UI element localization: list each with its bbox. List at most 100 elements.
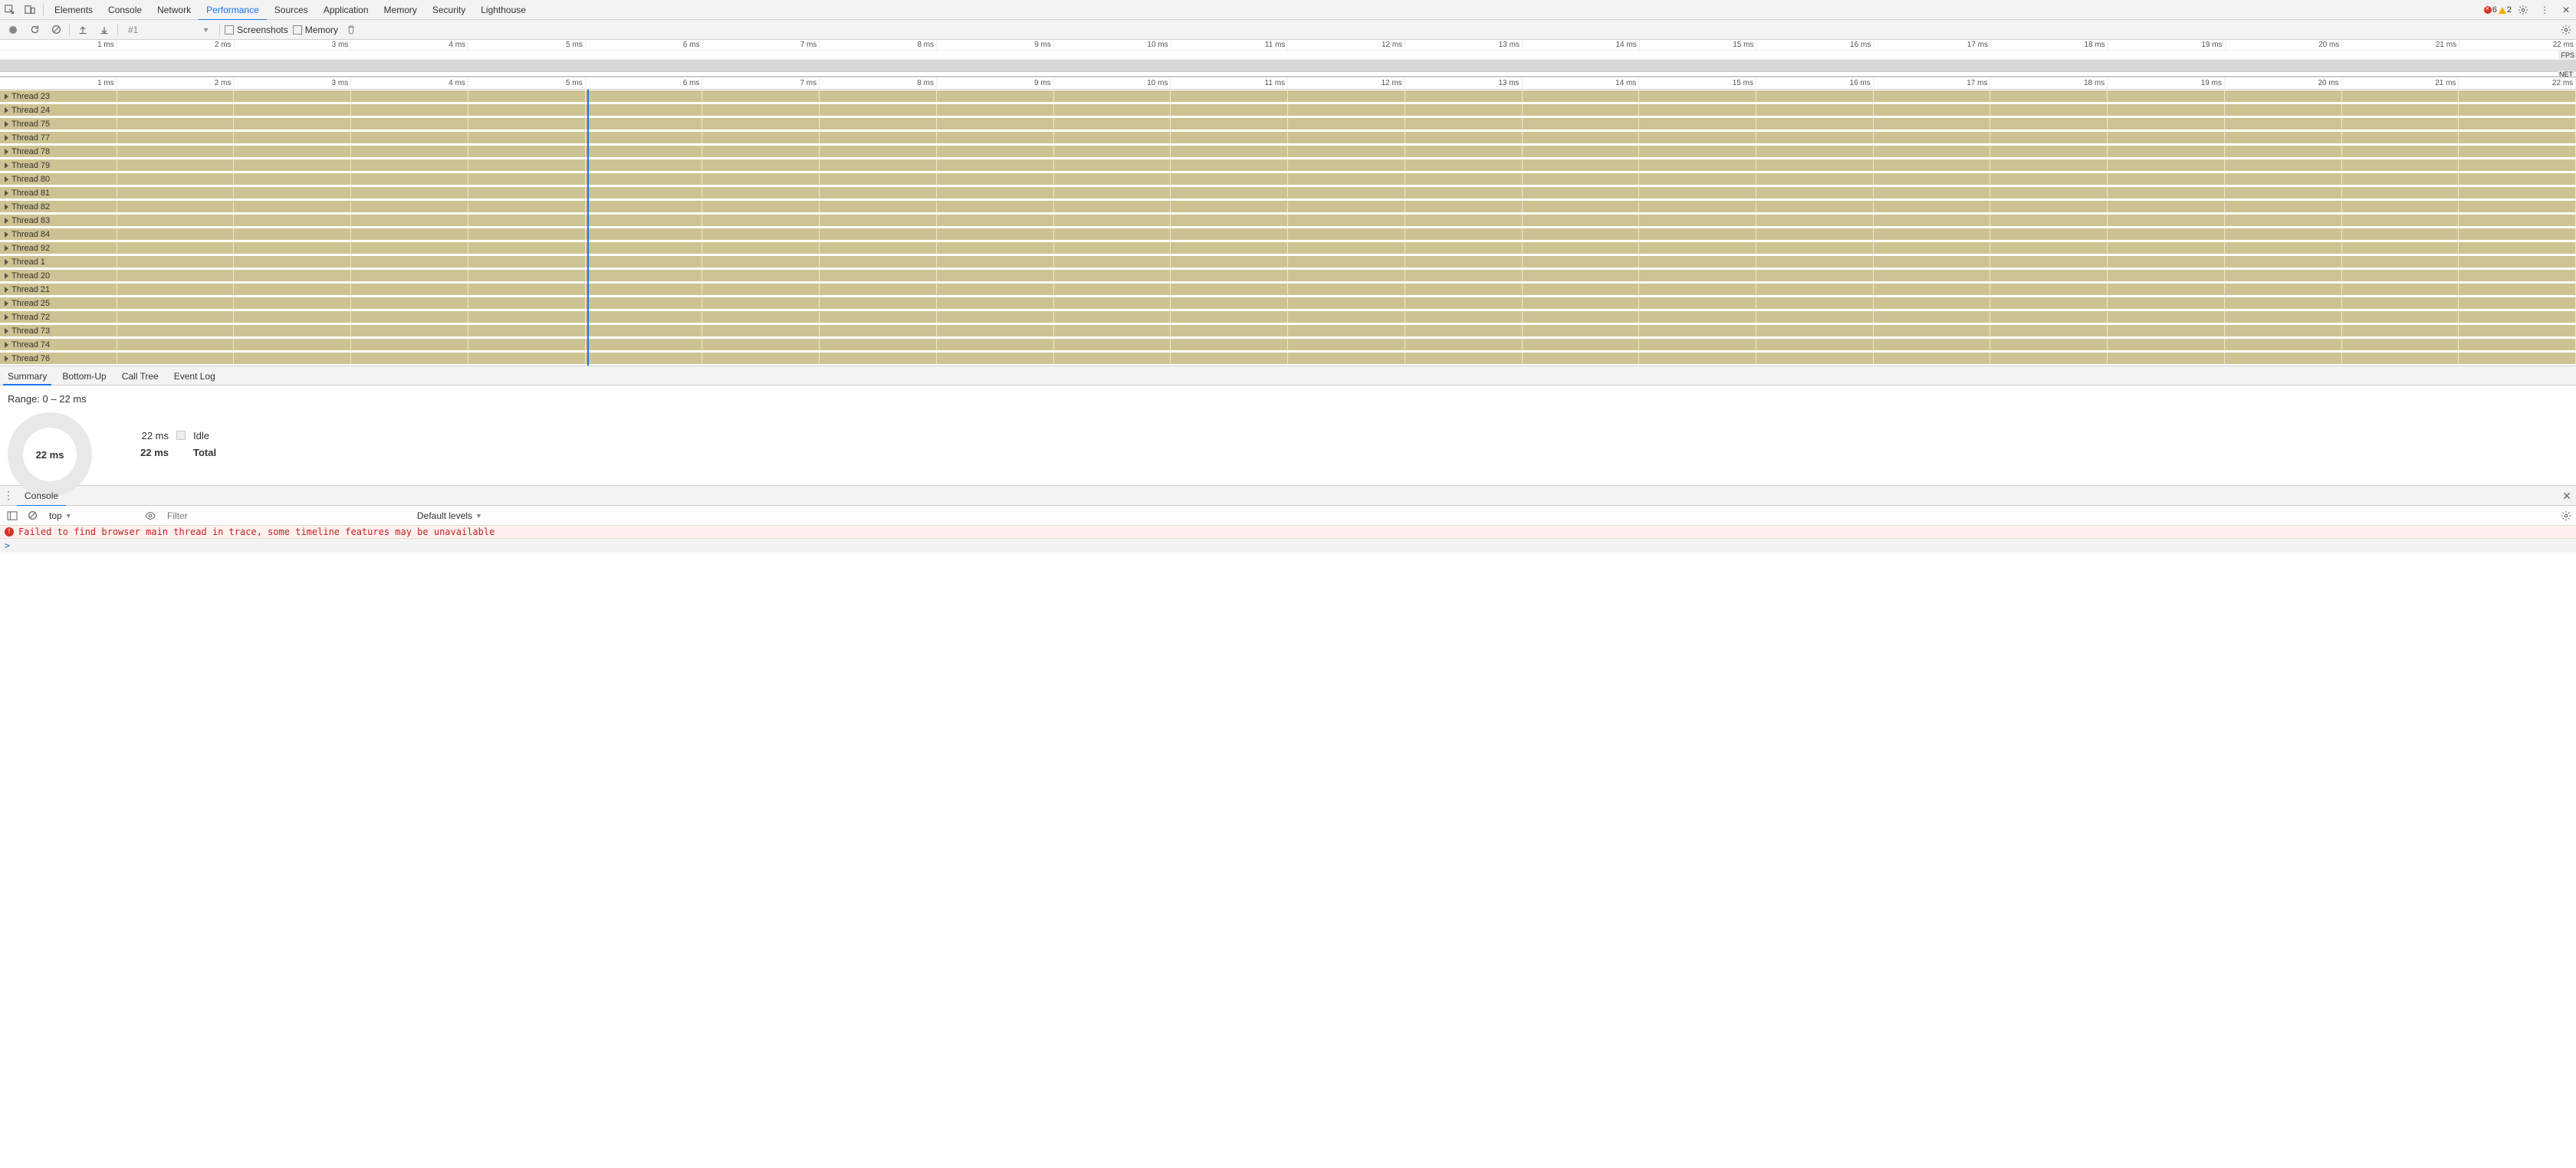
thread-header[interactable]: Thread 75 xyxy=(0,117,61,130)
thread-header[interactable]: Thread 23 xyxy=(0,90,61,103)
load-profile-icon[interactable] xyxy=(74,21,91,38)
main-tab-sources[interactable]: Sources xyxy=(267,0,316,20)
expand-triangle-icon xyxy=(5,300,8,307)
overview-tick: 21 ms xyxy=(2342,40,2459,50)
top-right-controls: 6 2 ⋮ ✕ xyxy=(2484,0,2576,20)
thread-row[interactable]: Thread 77 xyxy=(0,131,2576,145)
warning-count-badge[interactable]: 2 xyxy=(2499,5,2512,15)
thread-header[interactable]: Thread 77 xyxy=(0,131,61,144)
thread-header[interactable]: Thread 74 xyxy=(0,338,61,351)
thread-header[interactable]: Thread 82 xyxy=(0,200,61,213)
drawer-close-icon[interactable]: ✕ xyxy=(2562,486,2571,506)
main-tab-elements[interactable]: Elements xyxy=(47,0,100,20)
detail-tab-bottom-up[interactable]: Bottom-Up xyxy=(54,366,113,385)
memory-checkbox[interactable]: Memory xyxy=(293,25,338,35)
thread-row[interactable]: Thread 76 xyxy=(0,352,2576,366)
summary-panel: Range: 0 – 22 ms 22 ms 22 ms Idle 22 ms … xyxy=(0,386,2576,485)
main-tab-application[interactable]: Application xyxy=(316,0,376,20)
thread-header[interactable]: Thread 92 xyxy=(0,241,61,254)
main-tab-performance[interactable]: Performance xyxy=(199,0,267,20)
thread-row[interactable]: Thread 79 xyxy=(0,159,2576,172)
thread-header[interactable]: Thread 20 xyxy=(0,269,61,282)
thread-header[interactable]: Thread 72 xyxy=(0,310,61,323)
recording-selector-dropdown[interactable]: #1 ▼ xyxy=(123,24,215,36)
thread-row[interactable]: Thread 74 xyxy=(0,338,2576,352)
thread-label: Thread 79 xyxy=(12,161,50,170)
live-expression-icon[interactable] xyxy=(143,510,158,521)
thread-row[interactable]: Thread 84 xyxy=(0,228,2576,241)
main-tab-security[interactable]: Security xyxy=(425,0,473,20)
thread-activity-bar xyxy=(0,297,2576,309)
overview-tick: 6 ms xyxy=(586,40,703,50)
overview-tick: 3 ms xyxy=(235,40,352,50)
console-clear-icon[interactable] xyxy=(25,510,40,520)
thread-row[interactable]: Thread 80 xyxy=(0,172,2576,186)
thread-row[interactable]: Thread 25 xyxy=(0,297,2576,310)
garbage-collect-icon[interactable] xyxy=(343,21,360,38)
overview-tick: 19 ms xyxy=(2108,40,2226,50)
drawer-menu-icon[interactable]: ⋮ xyxy=(0,489,17,502)
thread-label: Thread 80 xyxy=(12,175,50,184)
thread-row[interactable]: Thread 72 xyxy=(0,310,2576,324)
console-input-line[interactable]: > xyxy=(0,539,2576,553)
log-levels-selector[interactable]: Default levels▼ xyxy=(417,510,482,521)
screenshots-checkbox[interactable]: Screenshots xyxy=(225,25,288,35)
console-sidebar-toggle-icon[interactable] xyxy=(5,511,20,520)
flame-tick: 12 ms xyxy=(1288,77,1405,89)
thread-row[interactable]: Thread 73 xyxy=(0,324,2576,338)
expand-triangle-icon xyxy=(5,328,8,334)
thread-row[interactable]: Thread 75 xyxy=(0,117,2576,131)
thread-header[interactable]: Thread 84 xyxy=(0,228,61,241)
error-count-badge[interactable]: 6 xyxy=(2484,5,2497,15)
time-cursor[interactable] xyxy=(587,90,589,366)
more-menu-icon[interactable]: ⋮ xyxy=(2535,0,2555,20)
thread-row[interactable]: Thread 82 xyxy=(0,200,2576,214)
flame-tick: 21 ms xyxy=(2342,77,2459,89)
detail-tab-event-log[interactable]: Event Log xyxy=(166,366,223,385)
settings-gear-icon[interactable] xyxy=(2513,0,2533,20)
thread-row[interactable]: Thread 78 xyxy=(0,145,2576,159)
detail-tab-call-tree[interactable]: Call Tree xyxy=(114,366,166,385)
device-toolbar-icon[interactable] xyxy=(20,0,40,20)
thread-header[interactable]: Thread 76 xyxy=(0,352,61,365)
thread-header[interactable]: Thread 78 xyxy=(0,145,61,158)
main-tab-lighthouse[interactable]: Lighthouse xyxy=(473,0,534,20)
reload-record-icon[interactable] xyxy=(26,21,43,38)
thread-row[interactable]: Thread 23 xyxy=(0,90,2576,103)
thread-row[interactable]: Thread 20 xyxy=(0,269,2576,283)
flame-tick: 14 ms xyxy=(1523,77,1640,89)
detail-tab-summary[interactable]: Summary xyxy=(0,366,54,385)
thread-row[interactable]: Thread 92 xyxy=(0,241,2576,255)
thread-header[interactable]: Thread 79 xyxy=(0,159,61,172)
console-error-message[interactable]: ! Failed to find browser main thread in … xyxy=(0,526,2576,539)
thread-header[interactable]: Thread 1 xyxy=(0,255,61,268)
console-settings-icon[interactable] xyxy=(2561,510,2571,521)
thread-header[interactable]: Thread 83 xyxy=(0,214,61,227)
thread-row[interactable]: Thread 1 xyxy=(0,255,2576,269)
thread-header[interactable]: Thread 73 xyxy=(0,324,61,337)
save-profile-icon[interactable] xyxy=(96,21,113,38)
inspect-element-icon[interactable] xyxy=(0,0,20,20)
clear-icon[interactable] xyxy=(48,21,64,38)
main-tab-memory[interactable]: Memory xyxy=(376,0,425,20)
close-devtools-icon[interactable]: ✕ xyxy=(2556,0,2576,20)
thread-header[interactable]: Thread 25 xyxy=(0,297,61,310)
overview-panel[interactable]: 1 ms2 ms3 ms4 ms5 ms6 ms7 ms8 ms9 ms10 m… xyxy=(0,40,2576,77)
capture-settings-icon[interactable] xyxy=(2561,20,2571,40)
execution-context-selector[interactable]: top▼ xyxy=(49,510,133,521)
main-tab-console[interactable]: Console xyxy=(100,0,150,20)
thread-header[interactable]: Thread 81 xyxy=(0,186,61,199)
main-tab-network[interactable]: Network xyxy=(150,0,199,20)
thread-header[interactable]: Thread 21 xyxy=(0,283,61,296)
thread-header[interactable]: Thread 80 xyxy=(0,172,61,185)
thread-header[interactable]: Thread 24 xyxy=(0,103,61,116)
drawer-tab-console[interactable]: Console xyxy=(17,486,66,506)
thread-row[interactable]: Thread 81 xyxy=(0,186,2576,200)
flamechart-panel[interactable]: 1 ms2 ms3 ms4 ms5 ms6 ms7 ms8 ms9 ms10 m… xyxy=(0,77,2576,366)
thread-row[interactable]: Thread 21 xyxy=(0,283,2576,297)
thread-row[interactable]: Thread 24 xyxy=(0,103,2576,117)
record-button-icon[interactable] xyxy=(5,21,21,38)
thread-row[interactable]: Thread 83 xyxy=(0,214,2576,228)
checkbox-icon xyxy=(225,25,234,34)
console-filter-input[interactable] xyxy=(167,509,412,523)
